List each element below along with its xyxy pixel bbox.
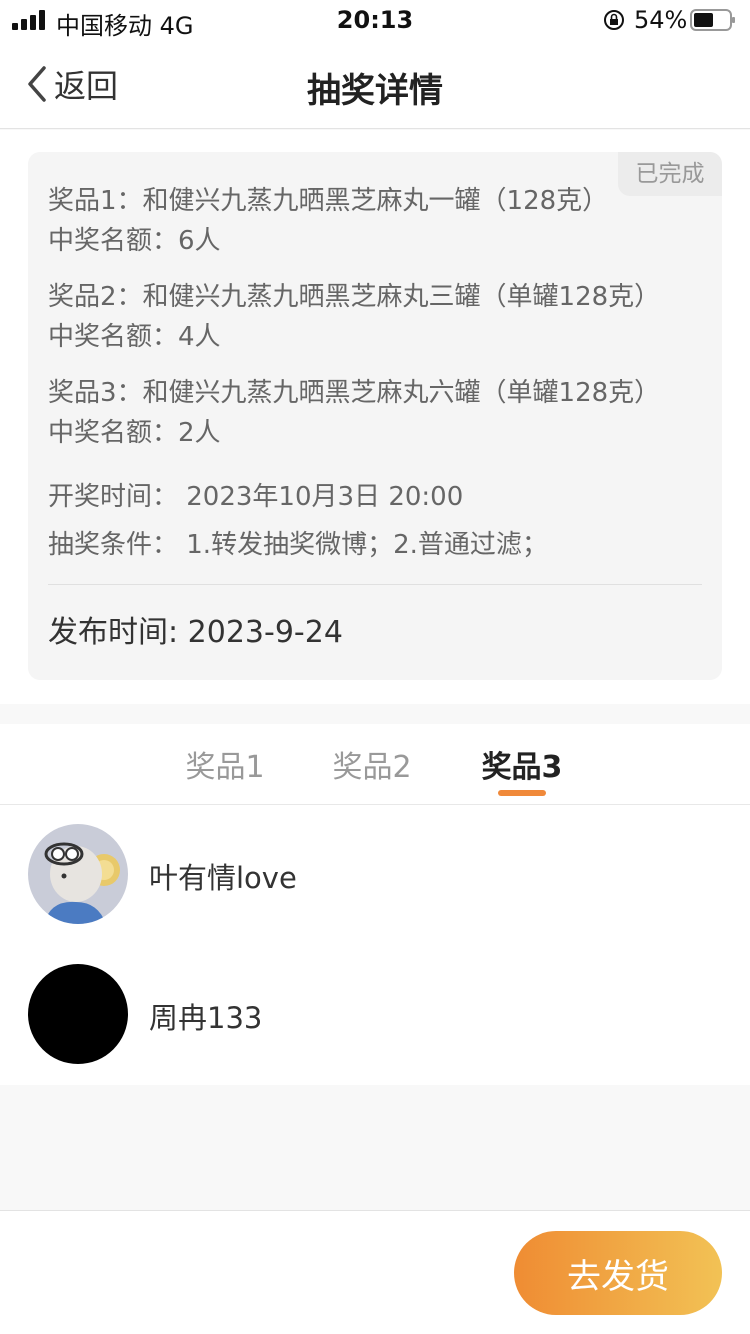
lottery-info-card: 已完成 奖品1：和健兴九蒸九晒黑芝麻丸一罐（128克） 中奖名额：6人 奖品2：… — [28, 152, 722, 680]
prize-tabs: 奖品1 奖品2 奖品3 — [0, 724, 750, 805]
active-tab-indicator — [498, 790, 546, 796]
draw-time: 开奖时间： 2023年10月3日 20:00 — [48, 482, 464, 512]
lottery-info-section: 已完成 奖品1：和健兴九蒸九晒黑芝麻丸一罐（128克） 中奖名额：6人 奖品2：… — [0, 130, 750, 704]
avatar — [28, 824, 128, 924]
prize-1-count: 中奖名额：6人 — [48, 226, 221, 256]
tab-prize-1[interactable]: 奖品1 — [180, 742, 270, 786]
ship-button[interactable]: 去发货 — [514, 1231, 722, 1315]
publish-time: 发布时间: 2023-9-24 — [48, 615, 343, 650]
battery-percentage: 54% — [634, 6, 688, 34]
winner-name: 叶有情love — [149, 861, 297, 895]
battery-icon — [690, 9, 735, 31]
prize-1-name: 奖品1：和健兴九蒸九晒黑芝麻丸一罐（128克） — [48, 186, 609, 216]
winner-row[interactable]: 叶有情love — [0, 805, 750, 945]
page: 中国移动 4G 20:13 54% 返回 抽奖详情 已完成 奖品1：和健兴九蒸九… — [0, 0, 750, 1334]
page-title: 抽奖详情 — [307, 71, 443, 111]
prize-3-count: 中奖名额：2人 — [48, 418, 221, 448]
winner-list: 叶有情love 周冉133 — [0, 805, 750, 1085]
tab-prize-3[interactable]: 奖品3 — [477, 742, 567, 786]
prize-2-name: 奖品2：和健兴九蒸九晒黑芝麻丸三罐（单罐128克） — [48, 282, 661, 312]
prize-3-name: 奖品3：和健兴九蒸九晒黑芝麻丸六罐（单罐128克） — [48, 378, 661, 408]
draw-conditions: 抽奖条件： 1.转发抽奖微博；2.普通过滤； — [48, 530, 548, 560]
divider — [48, 584, 702, 585]
status-bar: 中国移动 4G 20:13 54% — [0, 0, 750, 40]
tab-prize-2[interactable]: 奖品2 — [327, 742, 417, 786]
winner-row[interactable]: 周冉133 — [0, 945, 750, 1085]
prize-2-count: 中奖名额：4人 — [48, 322, 221, 352]
status-badge: 已完成 — [618, 152, 722, 196]
navigation-bar: 返回 抽奖详情 — [0, 40, 750, 129]
rotation-lock-icon — [604, 10, 624, 30]
bottom-bar: 去发货 — [0, 1210, 750, 1334]
avatar — [28, 964, 128, 1064]
winner-name: 周冉133 — [149, 1001, 263, 1035]
cartoon-mouse-avatar-icon — [28, 824, 128, 924]
